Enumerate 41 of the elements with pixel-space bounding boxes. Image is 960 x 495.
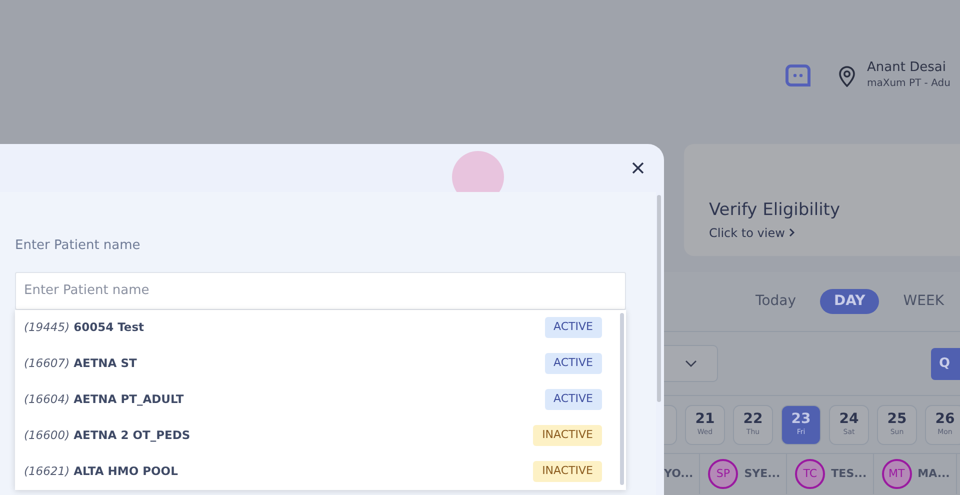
result-item[interactable]: (19445) 60054 Test ACTIVE: [15, 310, 602, 346]
patient-label: (16621) ALTA HMO POOL: [24, 462, 178, 480]
action-button[interactable]: Q: [931, 348, 960, 380]
status-tag: ACTIVE: [544, 353, 602, 374]
view-link[interactable]: Click to view: [709, 224, 785, 242]
provider-name: SYE...: [744, 466, 780, 482]
avatar-circle: TC: [795, 459, 826, 489]
chevron-down-icon: [684, 360, 696, 367]
avatar-circle: MT: [882, 459, 912, 489]
patient-label: (16604) AETNA PT_ADULT: [24, 390, 184, 408]
patient-label: (16607) AETNA ST: [24, 354, 137, 372]
result-item[interactable]: (16621) ALTA HMO POOL INACTIVE: [15, 454, 602, 490]
view-tab[interactable]: Today: [742, 289, 810, 314]
scrollbar-thumb[interactable]: [620, 312, 624, 484]
eligibility-card[interactable]: Verify Eligibility Click to view: [684, 144, 960, 256]
provider-name: MA...: [918, 466, 950, 482]
patient-label: (16600) AETNA 2 OT_PEDS: [24, 426, 190, 444]
dropdown-field[interactable]: [664, 345, 718, 382]
user-subtitle: maXum PT - Adu: [867, 76, 952, 91]
result-item[interactable]: (16607) AETNA ST ACTIVE: [15, 346, 602, 382]
chevron-right-icon: [788, 228, 795, 237]
result-item[interactable]: (16600) AETNA 2 OT_PEDS INACTIVE: [15, 418, 602, 454]
status-tag: ACTIVE: [544, 317, 602, 338]
location-pin-icon: [837, 65, 857, 87]
status-tag: INACTIVE: [533, 461, 602, 482]
result-item[interactable]: (16604) AETNA PT_ADULT ACTIVE: [15, 382, 602, 418]
view-tab[interactable]: WEEK: [889, 289, 958, 314]
status-tag: INACTIVE: [533, 425, 602, 446]
user-name: Anant Desai: [867, 60, 947, 76]
field-label: Enter Patient name: [15, 237, 142, 255]
chat-icon[interactable]: [785, 64, 811, 87]
avatar-circle: SP: [708, 459, 738, 489]
scrollbar-thumb[interactable]: [657, 195, 661, 402]
card-title: Verify Eligibility: [709, 199, 842, 222]
close-icon[interactable]: [632, 162, 644, 174]
view-tab[interactable]: DAY: [820, 289, 880, 314]
provider-name: TES...: [831, 466, 867, 482]
provider-name: YO...: [664, 466, 694, 482]
status-tag: ACTIVE: [544, 389, 602, 410]
patient-name-input[interactable]: Enter Patient name: [15, 272, 626, 310]
patient-label: (19445) 60054 Test: [24, 318, 144, 336]
